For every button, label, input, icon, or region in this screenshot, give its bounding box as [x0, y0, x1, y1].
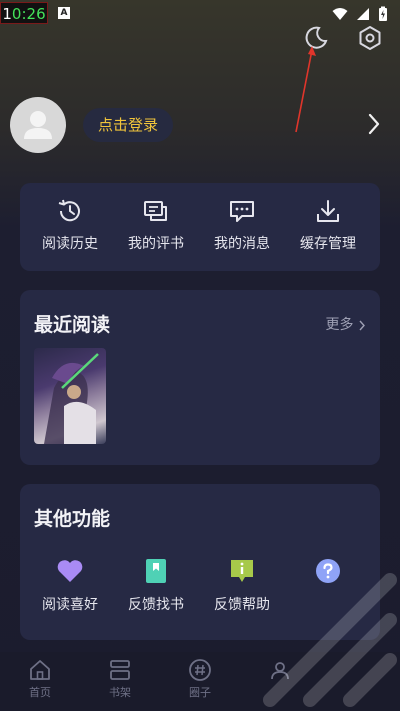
- other-functions-title: 其他功能: [34, 508, 111, 530]
- tab-circle-label: 圈子: [189, 686, 211, 699]
- info-icon: [231, 560, 253, 582]
- more-label: 更多: [325, 317, 354, 333]
- history-icon: [58, 199, 80, 222]
- heart-icon: [57, 560, 83, 582]
- tab-circle[interactable]: 圈子: [170, 658, 230, 700]
- tab-bookshelf-label: 书架: [109, 686, 131, 699]
- tab-profile[interactable]: [250, 658, 310, 684]
- bookshelf-icon: [110, 660, 130, 680]
- bookmark-icon: [146, 559, 166, 583]
- user-placeholder-icon: [24, 111, 52, 139]
- tab-home[interactable]: 首页: [10, 658, 70, 700]
- feedback-help-button[interactable]: 反馈帮助: [202, 558, 282, 614]
- battery-icon: [379, 6, 387, 21]
- download-icon: [317, 200, 339, 222]
- tab-bookshelf[interactable]: 书架: [90, 658, 150, 700]
- tab-home-label: 首页: [29, 686, 51, 699]
- reading-preference-label: 阅读喜好: [42, 597, 98, 613]
- my-reviews-button[interactable]: 我的评书: [116, 197, 196, 253]
- status-time: 10:26: [0, 2, 48, 24]
- more-link[interactable]: 更多: [326, 314, 366, 334]
- my-messages-button[interactable]: 我的消息: [202, 197, 282, 253]
- my-messages-label: 我的消息: [214, 236, 270, 252]
- status-indicators: [332, 6, 388, 22]
- feedback-find-book-label: 反馈找书: [128, 597, 184, 613]
- book-cover[interactable]: [34, 348, 106, 444]
- settings-icon[interactable]: [356, 24, 384, 52]
- night-mode-icon[interactable]: [302, 24, 330, 52]
- annotation-arrow: [295, 46, 316, 133]
- quick-actions-card: 阅读历史 我的评书 我的消息 缓存管理: [20, 183, 380, 271]
- cache-manage-label: 缓存管理: [300, 236, 356, 252]
- help-question-button[interactable]: [288, 558, 368, 594]
- home-icon: [30, 660, 50, 680]
- recent-reading-card: 最近阅读 更多: [20, 290, 380, 465]
- avatar[interactable]: [10, 97, 66, 153]
- login-button[interactable]: 点击登录: [83, 108, 173, 142]
- feedback-help-label: 反馈帮助: [214, 597, 270, 613]
- app-notification-icon: A: [58, 7, 70, 19]
- cover-artwork-image: [44, 353, 99, 444]
- feedback-find-book-button[interactable]: 反馈找书: [116, 558, 196, 614]
- my-reviews-label: 我的评书: [128, 236, 184, 252]
- wifi-icon: [332, 8, 348, 20]
- chevron-right-small-icon: [359, 320, 365, 330]
- hashtag-icon: [189, 659, 211, 681]
- signal-icon: [357, 8, 369, 20]
- bottom-tab-bar: 首页 书架 圈子: [0, 652, 400, 711]
- message-icon: [230, 201, 254, 222]
- comment-icon: [144, 201, 167, 221]
- recent-reading-title: 最近阅读: [34, 314, 111, 336]
- question-icon: [316, 559, 340, 583]
- cache-manage-button[interactable]: 缓存管理: [288, 197, 368, 253]
- profile-icon: [271, 662, 289, 680]
- reading-history-label: 阅读历史: [42, 236, 98, 252]
- other-functions-card: 其他功能 阅读喜好 反馈找书 反馈帮助: [20, 484, 380, 640]
- chevron-right-icon[interactable]: [366, 112, 382, 136]
- reading-history-button[interactable]: 阅读历史: [30, 197, 110, 253]
- reading-preference-button[interactable]: 阅读喜好: [30, 558, 110, 614]
- status-bar: 10:26 A: [0, 0, 400, 28]
